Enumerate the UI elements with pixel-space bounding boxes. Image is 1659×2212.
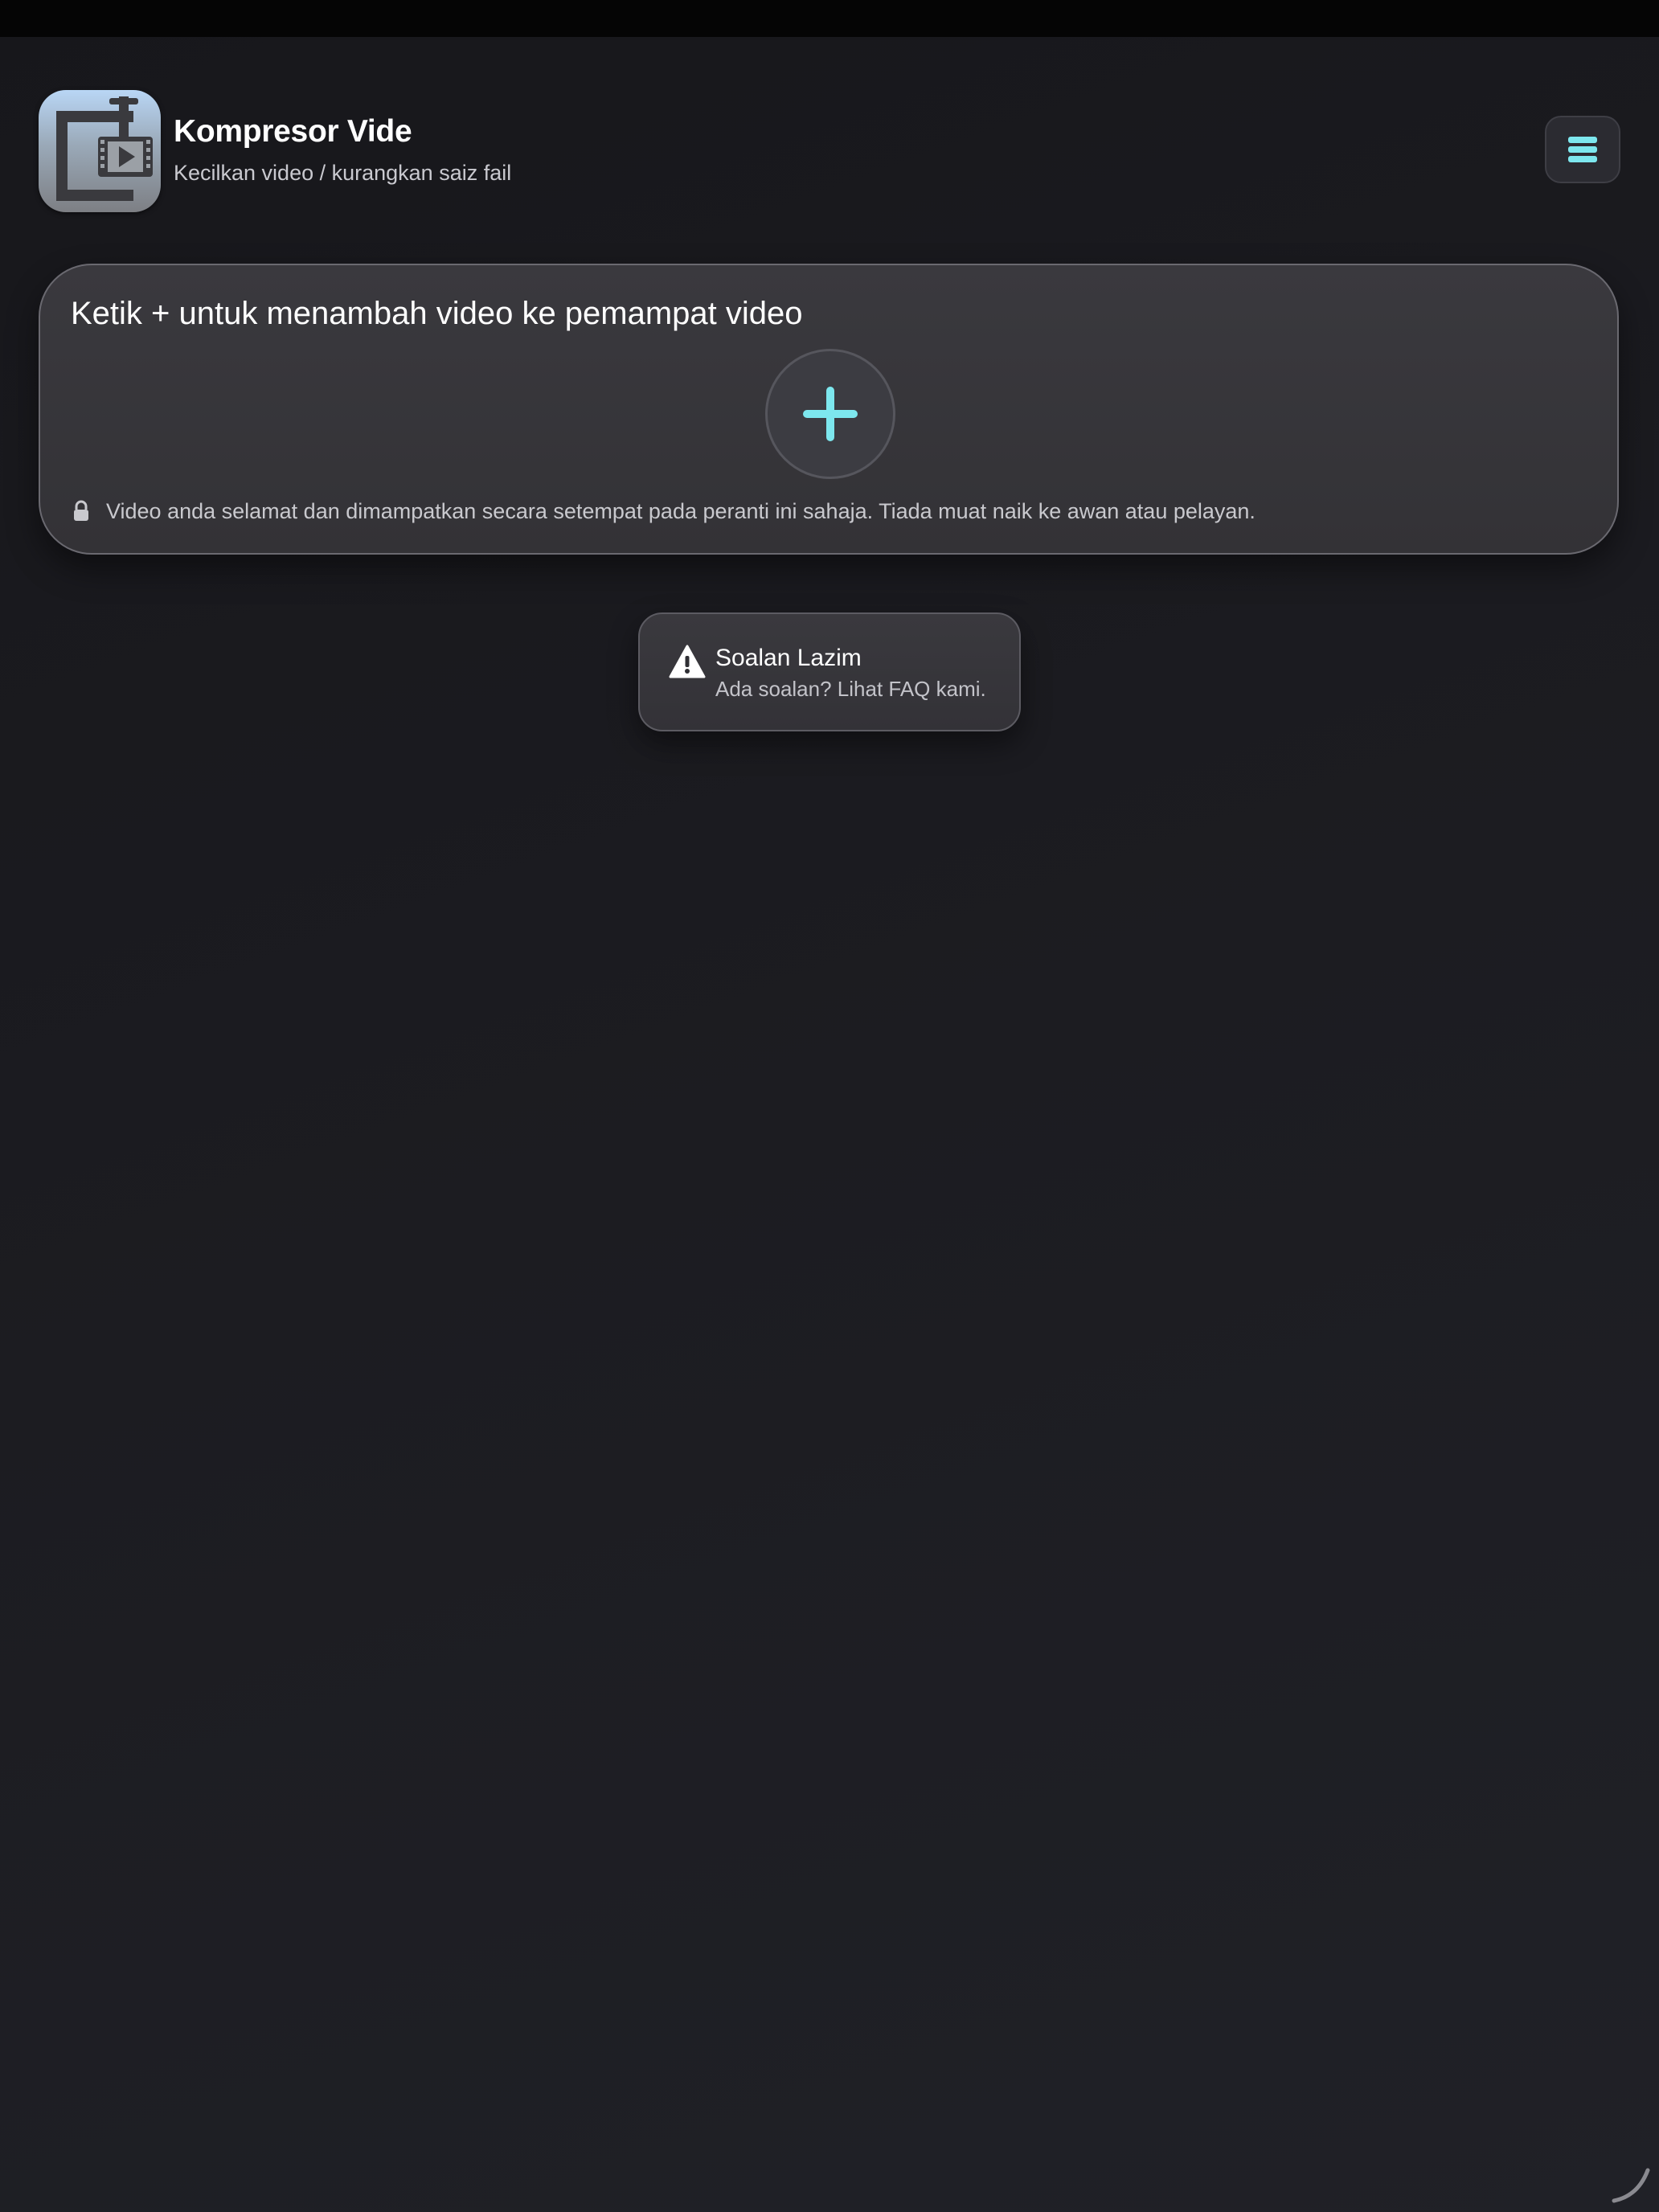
lock-icon (74, 500, 88, 521)
app-subtitle: Kecilkan video / kurangkan saiz fail (174, 161, 512, 185)
app-title: Kompresor Vide (174, 114, 412, 149)
stack-menu-icon (1568, 137, 1597, 162)
faq-title: Soalan Lazim (715, 645, 862, 671)
faq-subtitle: Ada soalan? Lihat FAQ kami. (715, 677, 986, 701)
video-clamp-icon (39, 90, 161, 212)
plus-icon (803, 387, 858, 441)
faq-button[interactable]: Soalan Lazim Ada soalan? Lihat FAQ kami. (638, 612, 1021, 731)
status-bar (0, 0, 1659, 37)
add-video-card[interactable]: Ketik + untuk menambah video ke pemampat… (39, 264, 1619, 555)
menu-button[interactable] (1545, 116, 1620, 183)
add-video-button[interactable] (765, 349, 895, 479)
privacy-note: Video anda selamat dan dimampatkan secar… (72, 495, 1256, 527)
add-card-title: Ketik + untuk menambah video ke pemampat… (71, 296, 803, 331)
app-header: Kompresor Vide Kecilkan video / kurangka… (39, 88, 1620, 214)
warning-icon (669, 645, 706, 678)
resize-handle-icon[interactable] (1611, 2164, 1651, 2204)
privacy-text: Video anda selamat dan dimampatkan secar… (106, 498, 1256, 523)
